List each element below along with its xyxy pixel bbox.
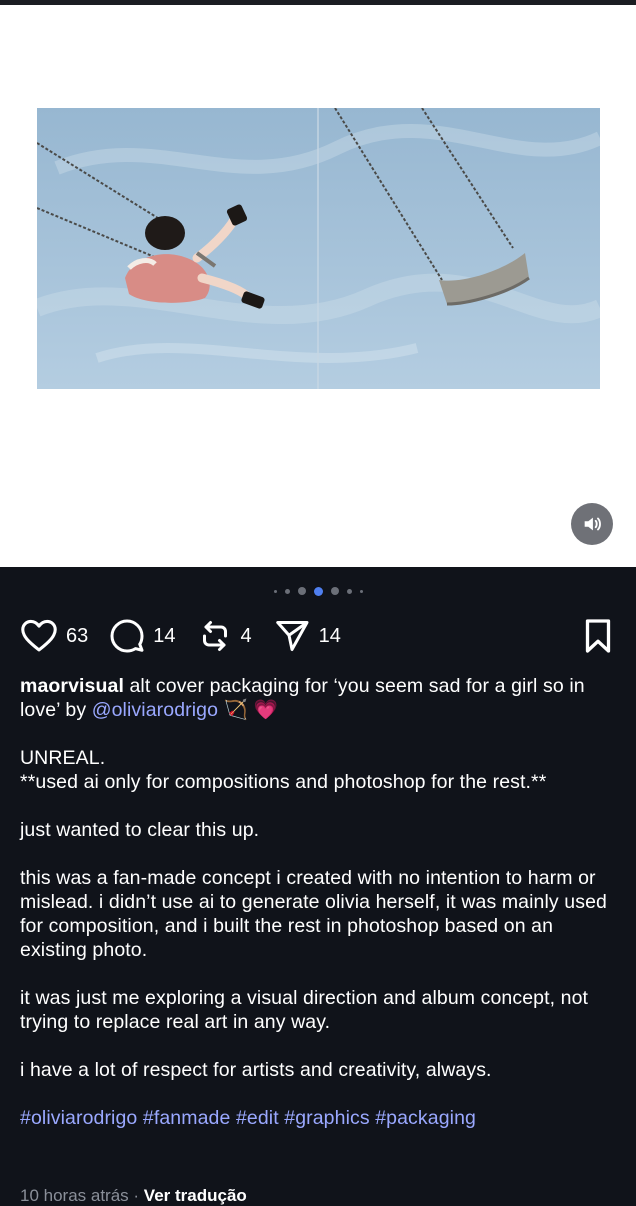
heart-icon [21,619,57,652]
comment-count: 14 [153,624,176,647]
sound-button[interactable] [571,503,613,545]
author-username[interactable]: maorvisual [20,675,124,697]
carousel-dot[interactable] [330,587,339,595]
post-meta: 10 horas atrás · Ver tradução [20,1186,247,1206]
mention-link[interactable]: @oliviarodrigo [92,699,218,721]
meta-separator: · [128,1186,144,1205]
bookmark-button[interactable] [582,618,614,659]
send-icon [275,621,309,651]
repost-count: 4 [240,624,252,647]
post-media[interactable] [0,5,636,567]
carousel-dot[interactable] [284,588,290,594]
carousel-dot[interactable] [273,589,277,593]
caption-intro: maorvisual alt cover packaging for ‘you … [20,674,624,722]
speaker-icon [584,517,601,531]
share-button[interactable]: 14 [273,618,341,654]
translate-link[interactable]: Ver tradução [144,1186,247,1205]
hashtags[interactable]: #oliviarodrigo #fanmade #edit #graphics … [20,1106,624,1130]
comment-button[interactable]: 14 [109,618,176,654]
caption-emoji: 🏹 💗 [218,699,278,721]
post-actions: 63 14 4 14 [20,616,616,656]
bookmark-icon [585,619,611,653]
caption-paragraph-5: i have a lot of respect for artists and … [20,1059,492,1081]
caption-unreal: UNREAL. [20,747,106,769]
share-count: 14 [318,624,341,647]
caption-paragraph-3: this was a fan-made concept i created wi… [20,867,607,961]
comment-icon [110,619,144,653]
carousel-indicator[interactable] [0,584,636,598]
post-caption: maorvisual alt cover packaging for ‘you … [20,674,624,1154]
repost-icon [202,621,227,651]
carousel-dot[interactable] [297,587,306,595]
carousel-dot[interactable] [346,588,352,594]
carousel-dot-active[interactable] [313,586,323,596]
caption-note: **used ai only for compositions and phot… [20,771,547,793]
carousel-dot[interactable] [359,589,363,593]
post-image[interactable] [37,108,600,389]
caption-paragraph-2: just wanted to clear this up. [20,819,260,841]
like-button[interactable]: 63 [20,619,88,653]
repost-button[interactable]: 4 [197,618,252,654]
caption-paragraph-4: it was just me exploring a visual direct… [20,987,589,1033]
caption-paragraph-1: UNREAL. **used ai only for compositions … [20,746,624,794]
post-time: 10 horas atrás [20,1186,129,1205]
swing-photo-illustration [37,108,600,389]
like-count: 63 [66,624,89,647]
